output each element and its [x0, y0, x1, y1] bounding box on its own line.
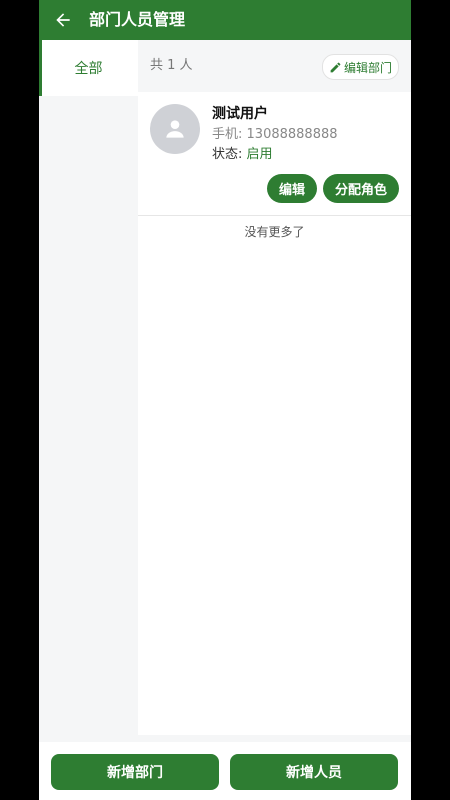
edit-department-button[interactable]: 编辑部门: [321, 54, 399, 80]
app-screen: 部门人员管理 全部 共 1 人 编辑部门 测试用户 手机: 1308888888…: [39, 0, 411, 800]
edit-department-label: 编辑部门: [343, 60, 392, 75]
user-card[interactable]: 测试用户 手机: 13088888888 状态: 启用 编辑 分配角色: [138, 92, 411, 216]
member-count: 共 1 人: [150, 58, 193, 73]
status-value: 启用: [246, 147, 273, 162]
sidebar-item-label: 全部: [74, 61, 103, 77]
summary-bar: 共 1 人 编辑部门: [138, 40, 411, 92]
department-sidebar: 全部: [39, 40, 138, 735]
status-row: 状态: 启用: [212, 146, 273, 164]
edit-user-button[interactable]: 编辑: [266, 174, 317, 203]
assign-role-button[interactable]: 分配角色: [322, 174, 399, 203]
card-actions: 编辑 分配角色: [266, 174, 399, 203]
avatar: [150, 104, 200, 154]
pencil-icon: [330, 62, 341, 72]
phone-number: 13088888888: [246, 127, 338, 142]
status-label: 状态:: [212, 147, 243, 162]
arrow-left-icon: [56, 13, 70, 27]
page-title: 部门人员管理: [89, 10, 186, 29]
list-end-text: 没有更多了: [244, 225, 305, 239]
person-icon: [166, 120, 184, 138]
user-name: 测试用户: [212, 106, 268, 122]
member-list-panel: 共 1 人 编辑部门 测试用户 手机: 13088888888 状态: 启用 编…: [138, 40, 411, 735]
sidebar-item-all[interactable]: 全部: [39, 40, 138, 96]
active-indicator: [39, 40, 42, 96]
bottom-action-bar: 新增部门 新增人员: [39, 742, 411, 800]
phone-label: 手机:: [212, 127, 243, 142]
add-member-button[interactable]: 新增人员: [230, 754, 398, 790]
back-button[interactable]: [49, 6, 77, 34]
top-app-bar: 部门人员管理: [39, 0, 411, 40]
phone-row: 手机: 13088888888: [212, 126, 338, 144]
add-department-button[interactable]: 新增部门: [51, 754, 219, 790]
